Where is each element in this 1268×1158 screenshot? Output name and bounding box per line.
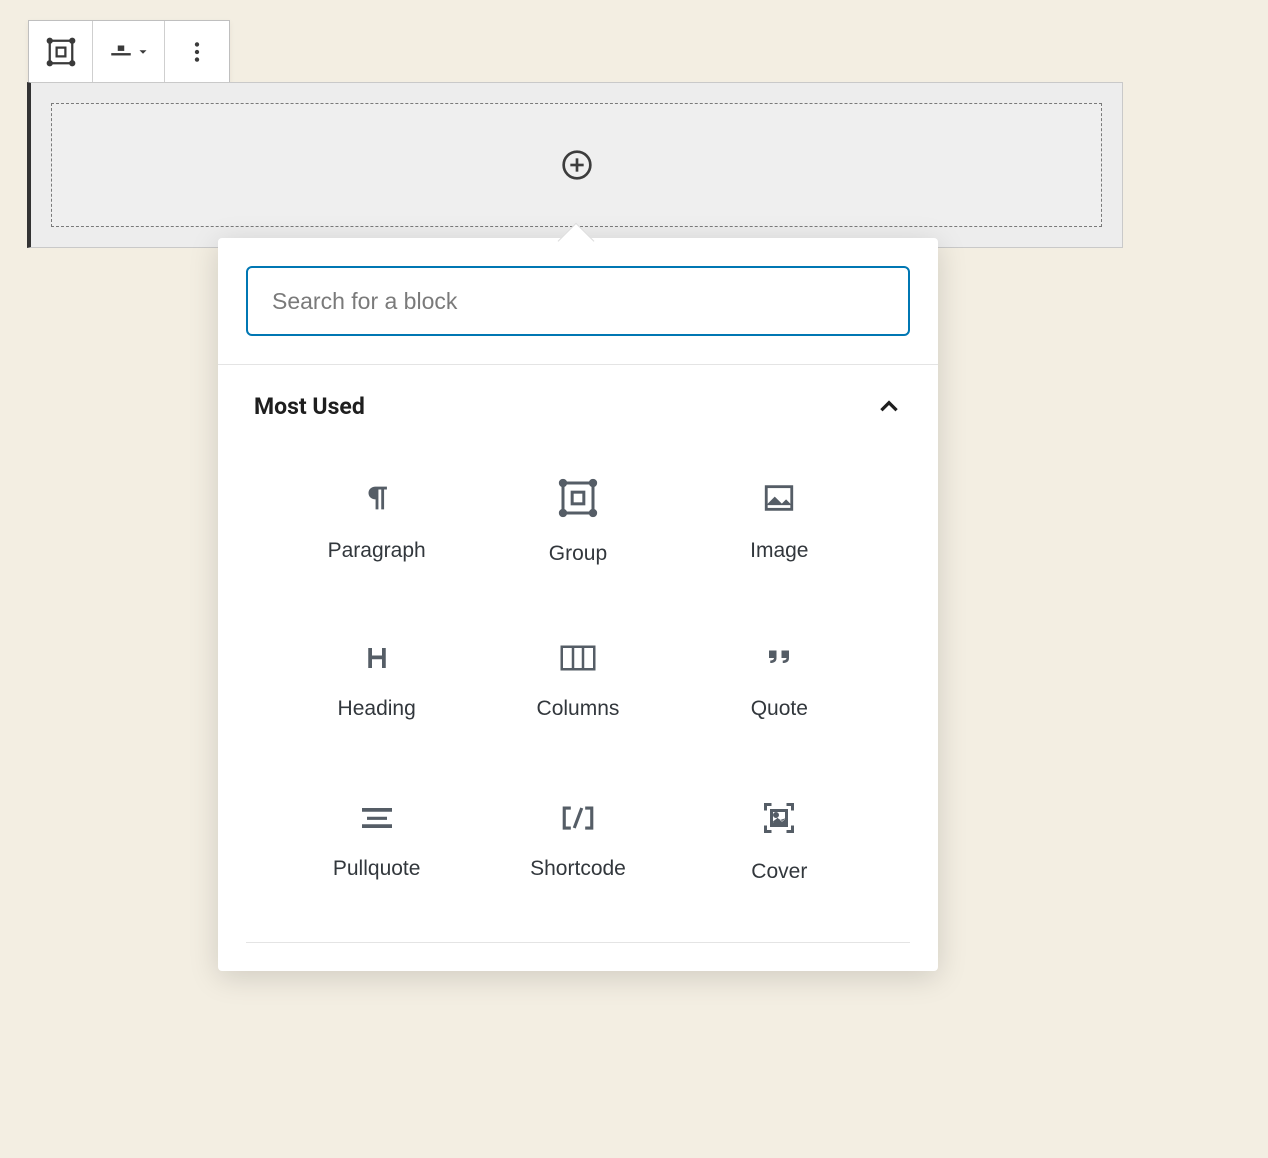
- block-quote[interactable]: Quote: [679, 612, 880, 752]
- pullquote-icon: [357, 803, 397, 833]
- add-block-icon: [561, 149, 593, 181]
- block-label: Pullquote: [333, 857, 421, 881]
- block-toolbar: [28, 20, 230, 84]
- block-grid: Paragraph Group: [246, 432, 910, 943]
- align-center-icon: [108, 39, 134, 65]
- search-container: [218, 266, 938, 365]
- block-label: Columns: [537, 697, 620, 721]
- chevron-up-icon: [876, 394, 902, 420]
- section-most-used-toggle[interactable]: Most Used: [218, 365, 938, 432]
- block-pullquote[interactable]: Pullquote: [276, 772, 477, 912]
- group-icon: [46, 37, 76, 67]
- block-group[interactable]: Group: [477, 452, 678, 592]
- quote-icon: [761, 643, 797, 673]
- block-label: Shortcode: [530, 857, 626, 881]
- block-label: Cover: [751, 860, 807, 884]
- add-block-dropzone[interactable]: [51, 103, 1102, 227]
- block-paragraph[interactable]: Paragraph: [276, 452, 477, 592]
- block-shortcode[interactable]: Shortcode: [477, 772, 678, 912]
- section-title: Most Used: [254, 393, 365, 420]
- block-type-button[interactable]: [29, 21, 93, 83]
- search-input[interactable]: [246, 266, 910, 336]
- block-cover[interactable]: Cover: [679, 772, 880, 912]
- paragraph-icon: [360, 481, 394, 515]
- chevron-down-icon: [136, 45, 150, 59]
- kebab-icon: [184, 39, 210, 65]
- heading-icon: [362, 643, 392, 673]
- block-label: Image: [750, 539, 808, 563]
- shortcode-icon: [558, 803, 598, 833]
- block-label: Quote: [751, 697, 808, 721]
- alignment-button[interactable]: [93, 21, 165, 83]
- block-heading[interactable]: Heading: [276, 612, 477, 752]
- block-image[interactable]: Image: [679, 452, 880, 592]
- group-icon: [558, 478, 598, 518]
- block-columns[interactable]: Columns: [477, 612, 678, 752]
- block-inserter-popover: Most Used Paragraph: [218, 238, 938, 971]
- block-label: Heading: [338, 697, 416, 721]
- more-options-button[interactable]: [165, 21, 229, 83]
- image-icon: [762, 481, 796, 515]
- block-label: Paragraph: [328, 539, 426, 563]
- columns-icon: [559, 643, 597, 673]
- cover-icon: [761, 800, 797, 836]
- block-label: Group: [549, 542, 607, 566]
